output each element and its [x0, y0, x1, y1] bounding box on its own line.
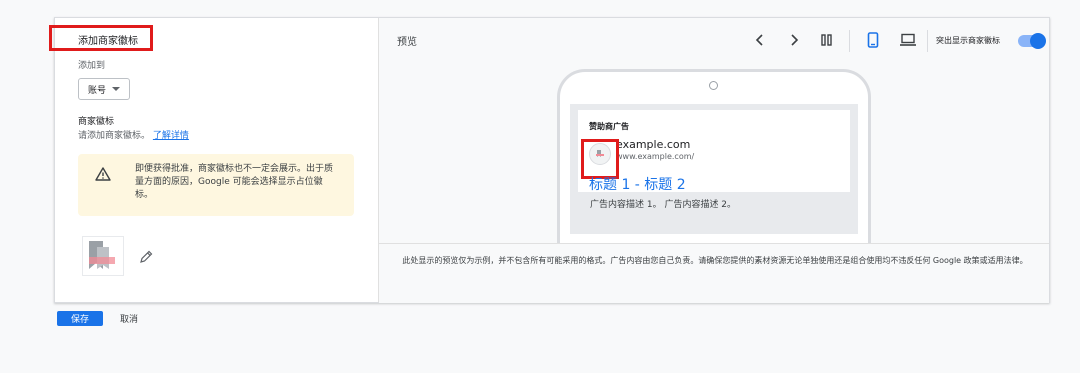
- ad-domain: example.com: [616, 138, 691, 151]
- warning-icon: [95, 167, 111, 181]
- disclaimer-text: 此处显示的预览仅为示例，并不包含所有可能采用的格式。广告内容由您自己负责。请确保…: [402, 256, 1028, 265]
- add-to-label: 添加到: [78, 61, 106, 71]
- save-button[interactable]: 保存: [57, 311, 103, 326]
- toolbar-divider: [849, 30, 850, 52]
- ad-card: 赞助商广告 example.com www.example.com/ 标题 1 …: [578, 110, 850, 194]
- preview-panel: 预览 突出显示商家徽标 赞助商广告 example.com www.exampl…: [379, 18, 1049, 303]
- logo-highlight-box: [581, 139, 619, 179]
- preview-title: 预览: [397, 37, 417, 48]
- mobile-icon[interactable]: [867, 32, 879, 48]
- dropdown-value: 账号: [88, 85, 107, 96]
- chevron-left-icon[interactable]: [755, 34, 765, 46]
- cancel-button[interactable]: 取消: [120, 311, 138, 326]
- dropdown-caret-icon: [112, 87, 121, 91]
- highlight-logo-label: 突出显示商家徽标: [936, 36, 1000, 45]
- warning-banner: 即便获得批准，商家徽标也不一定会展示。出于质量方面的原因，Google 可能会选…: [78, 154, 354, 216]
- logo-section-title: 商家徽标: [78, 117, 115, 127]
- phone-frame: 赞助商广告 example.com www.example.com/ 标题 1 …: [557, 69, 871, 249]
- toggle-knob: [1030, 33, 1046, 49]
- ad-url: www.example.com/: [616, 152, 695, 161]
- panel-title: 添加商家徽标: [78, 36, 138, 47]
- toolbar-divider: [927, 30, 928, 52]
- edit-pencil-icon[interactable]: [139, 250, 153, 264]
- warning-text: 即便获得批准，商家徽标也不一定会展示。出于质量方面的原因，Google 可能会选…: [135, 164, 334, 200]
- highlight-logo-toggle[interactable]: [1018, 33, 1046, 49]
- logo-settings-panel: 添加商家徽标 添加到 账号 商家徽标 请添加商家徽标。 了解详情 即便获得批准，…: [49, 18, 379, 302]
- add-to-dropdown[interactable]: 账号: [78, 78, 130, 100]
- logo-editor-card: 添加商家徽标 添加到 账号 商家徽标 请添加商家徽标。 了解详情 即便获得批准，…: [49, 17, 1050, 303]
- logo-hint-line: 请添加商家徽标。 了解详情: [78, 128, 189, 141]
- ad-headline[interactable]: 标题 1 - 标题 2: [589, 174, 686, 194]
- ad-description: 广告内容描述 1。 广告内容描述 2。: [590, 200, 737, 210]
- columns-icon[interactable]: [821, 34, 833, 46]
- logo-image: [89, 241, 115, 269]
- logo-hint: 请添加商家徽标。: [78, 131, 151, 141]
- preview-disclaimer: 此处显示的预览仅为示例，并不包含所有可能采用的格式。广告内容由您自己负责。请确保…: [379, 243, 1049, 303]
- laptop-icon[interactable]: [899, 33, 917, 47]
- phone-camera-icon: [709, 81, 718, 90]
- sponsored-label: 赞助商广告: [589, 122, 629, 131]
- learn-more-link[interactable]: 了解详情: [153, 131, 189, 141]
- uploaded-logo-thumbnail[interactable]: [82, 236, 124, 276]
- chevron-right-icon[interactable]: [789, 34, 799, 46]
- ad-preview-background: 赞助商广告 example.com www.example.com/ 标题 1 …: [570, 104, 858, 234]
